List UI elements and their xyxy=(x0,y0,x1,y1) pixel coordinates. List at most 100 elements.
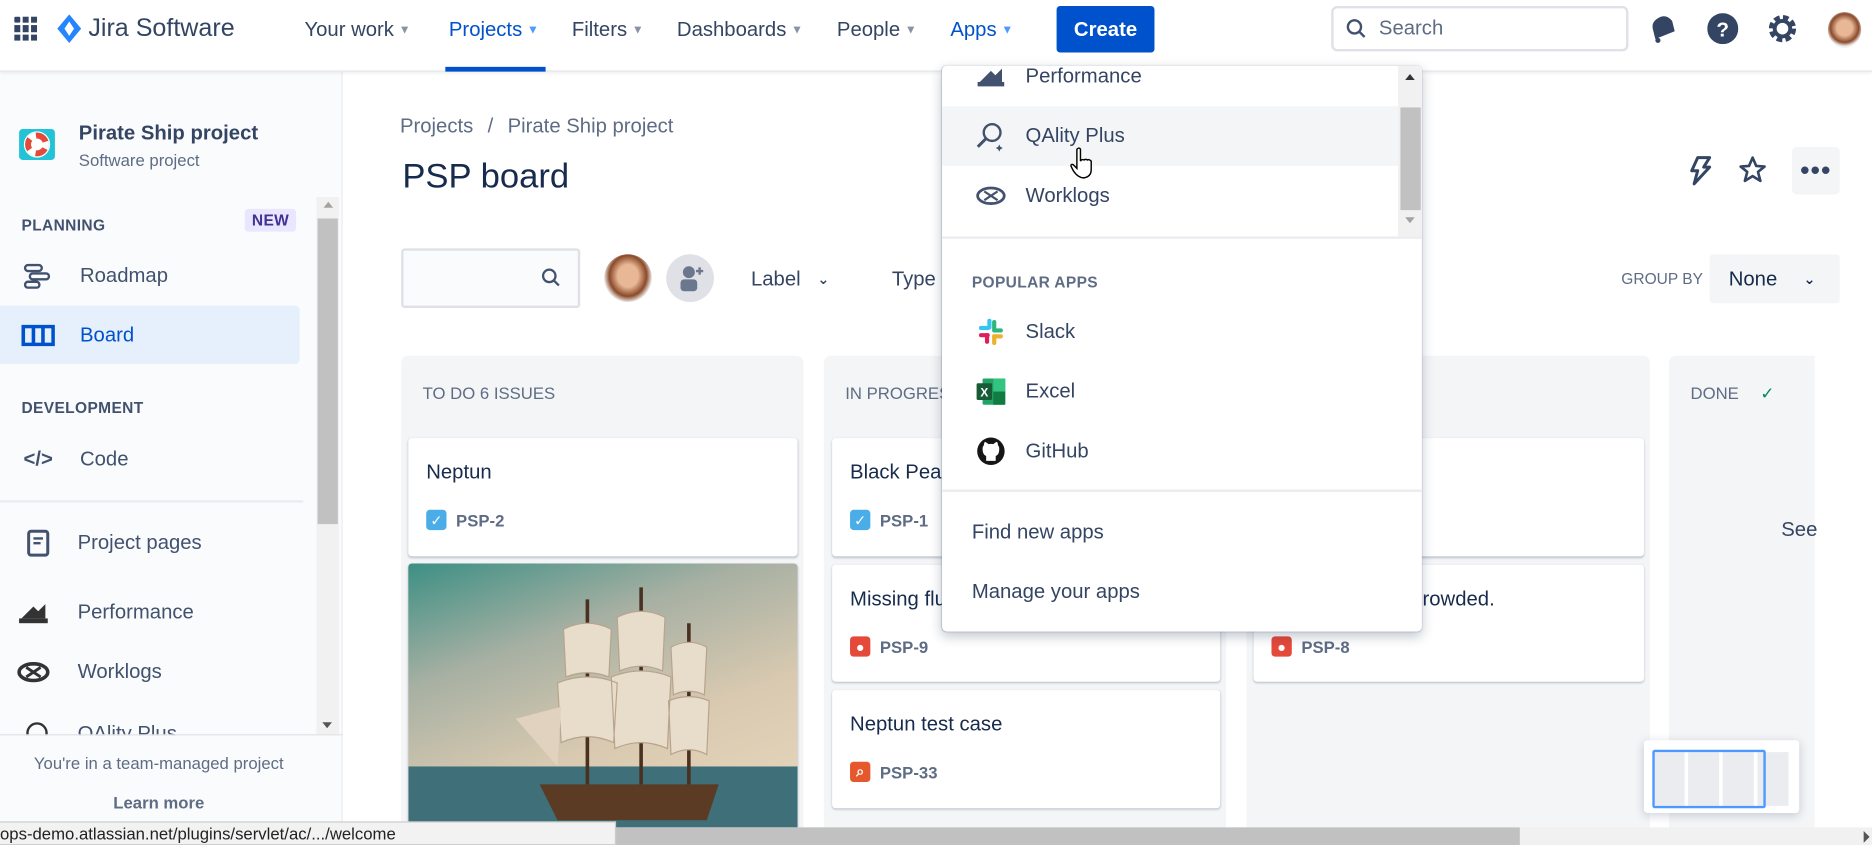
app-switcher-icon[interactable] xyxy=(14,16,38,41)
add-people-button[interactable] xyxy=(666,254,714,303)
breadcrumb-project[interactable]: Pirate Ship project xyxy=(508,115,674,139)
task-type-icon: ✓ xyxy=(850,509,871,531)
sidebar-item-qality[interactable]: QAlity Plus xyxy=(0,716,313,736)
performance-app-icon xyxy=(974,66,1007,93)
chevron-down-icon: ⌄ xyxy=(1803,270,1816,288)
automation-lightning-icon[interactable] xyxy=(1687,155,1713,186)
board-icon xyxy=(21,318,55,351)
star-icon[interactable] xyxy=(1738,155,1767,184)
nav-your-work[interactable]: Your work ▼ xyxy=(304,18,410,42)
apps-dropdown-menu: Performance QAlity Plus Worklogs POPULAR… xyxy=(941,65,1422,632)
menu-item-performance[interactable]: Performance xyxy=(942,66,1398,107)
issue-key: PSP-8 xyxy=(1301,636,1350,657)
sidebar-scrollbar[interactable] xyxy=(316,196,340,735)
scroll-down-arrow-icon[interactable] xyxy=(1405,217,1415,224)
sidebar-item-board[interactable]: Board xyxy=(0,305,300,365)
menu-item-worklogs[interactable]: Worklogs xyxy=(942,166,1398,226)
chevron-down-icon: ▼ xyxy=(1001,23,1014,37)
breadcrumb: Projects / Pirate Ship project xyxy=(400,115,673,139)
ship-image-card[interactable] xyxy=(408,563,798,839)
nav-filters[interactable]: Filters ▼ xyxy=(572,18,644,42)
nav-projects[interactable]: Projects ▼ xyxy=(449,18,539,42)
label-filter[interactable]: Label ⌄ xyxy=(751,267,829,291)
page-icon xyxy=(21,527,54,560)
nav-label: Projects xyxy=(448,17,523,41)
menu-item-qality-plus[interactable]: QAlity Plus xyxy=(941,106,1399,166)
find-new-apps-link[interactable]: Find new apps xyxy=(972,521,1104,545)
notifications-bell-icon[interactable] xyxy=(1648,13,1679,44)
help-icon[interactable]: ? xyxy=(1707,13,1739,45)
breadcrumb-projects[interactable]: Projects xyxy=(400,115,473,139)
search-icon xyxy=(541,268,560,287)
jira-logo[interactable]: Jira Software xyxy=(57,14,235,43)
code-icon: </> xyxy=(23,447,53,471)
scrollbar-thumb[interactable] xyxy=(317,218,338,525)
hand-cursor-icon xyxy=(1070,147,1092,179)
jira-logo-icon xyxy=(57,14,82,43)
learn-more-link[interactable]: Learn more xyxy=(0,793,318,812)
issue-card[interactable]: Neptun test case ⌕ PSP-33 xyxy=(832,690,1221,809)
assignee-avatar-filter[interactable] xyxy=(604,254,652,303)
group-by-select[interactable]: None ⌄ xyxy=(1709,254,1840,304)
board-minimap[interactable] xyxy=(1643,740,1800,814)
menu-item-github[interactable]: GitHub xyxy=(942,421,1398,481)
project-avatar-lifebuoy-icon xyxy=(19,128,55,160)
nav-apps[interactable]: Apps ▼ xyxy=(950,18,1013,42)
sidebar-item-worklogs[interactable]: Worklogs xyxy=(0,645,300,700)
project-type: Software project xyxy=(78,150,200,170)
menu-item-label: Slack xyxy=(1025,319,1076,343)
issue-title: crowded. xyxy=(1412,587,1495,611)
nav-people[interactable]: People ▼ xyxy=(837,18,917,42)
settings-gear-icon[interactable] xyxy=(1767,13,1798,44)
search-placeholder: Search xyxy=(1378,16,1444,40)
nav-label: Apps xyxy=(950,17,997,41)
sidebar-item-code[interactable]: </> Code xyxy=(0,432,300,487)
create-button[interactable]: Create xyxy=(1056,5,1155,53)
chevron-down-icon: ▼ xyxy=(791,23,803,37)
menu-scrollbar[interactable] xyxy=(1398,65,1422,237)
menu-item-excel[interactable]: X Excel xyxy=(942,362,1398,422)
see-text: See xyxy=(1781,518,1818,541)
manage-apps-link[interactable]: Manage your apps xyxy=(972,580,1140,604)
global-search-input[interactable]: Search xyxy=(1331,5,1629,52)
more-actions-button[interactable]: ••• xyxy=(1792,146,1840,195)
sidebar-item-label: Board xyxy=(79,322,135,346)
issue-card[interactable]: Neptun ✓ PSP-2 xyxy=(408,438,798,557)
scroll-right-arrow-icon[interactable] xyxy=(1863,830,1870,843)
issue-title: Black Pearl xyxy=(850,460,953,484)
minimap-viewport[interactable] xyxy=(1652,749,1766,809)
top-navigation: Jira Software Your work ▼ Projects ▼ Filte… xyxy=(0,0,1872,72)
done-check-icon: ✓ xyxy=(1760,383,1775,403)
sidebar-item-label: Project pages xyxy=(77,531,202,554)
type-filter[interactable]: Type xyxy=(892,267,936,291)
menu-item-slack[interactable]: Slack xyxy=(942,302,1398,362)
column-header: DONE xyxy=(1690,383,1739,403)
sidebar-item-label: Performance xyxy=(77,600,194,624)
scroll-up-arrow-icon[interactable] xyxy=(323,201,334,208)
board-search-input[interactable] xyxy=(401,248,581,309)
scroll-down-arrow-icon[interactable] xyxy=(322,722,332,729)
add-person-icon xyxy=(680,266,704,292)
worklogs-app-icon xyxy=(974,179,1007,212)
sidebar-item-project-pages[interactable]: Project pages xyxy=(0,516,300,571)
filter-label: Type xyxy=(891,267,936,291)
issue-key: PSP-33 xyxy=(879,762,938,782)
sidebar-item-roadmap[interactable]: Roadmap xyxy=(0,248,300,303)
user-avatar[interactable] xyxy=(1827,11,1862,48)
product-name: Jira Software xyxy=(88,14,235,42)
group-by-label: GROUP BY xyxy=(1621,269,1703,288)
new-badge: NEW xyxy=(244,208,297,232)
scrollbar-thumb[interactable] xyxy=(1400,107,1421,211)
performance-app-icon xyxy=(17,596,50,629)
search-icon xyxy=(1346,19,1366,38)
qality-app-icon xyxy=(974,119,1007,152)
nav-dashboards[interactable]: Dashboards ▼ xyxy=(677,18,803,42)
menu-item-label: Performance xyxy=(1025,65,1142,88)
excel-icon: X xyxy=(974,375,1007,408)
pirate-ship-image xyxy=(408,587,798,839)
scroll-up-arrow-icon[interactable] xyxy=(1405,74,1415,80)
divider xyxy=(941,236,1422,239)
sidebar-item-performance[interactable]: Performance xyxy=(0,585,300,640)
project-name[interactable]: Pirate Ship project xyxy=(79,122,258,146)
divider xyxy=(0,734,343,736)
